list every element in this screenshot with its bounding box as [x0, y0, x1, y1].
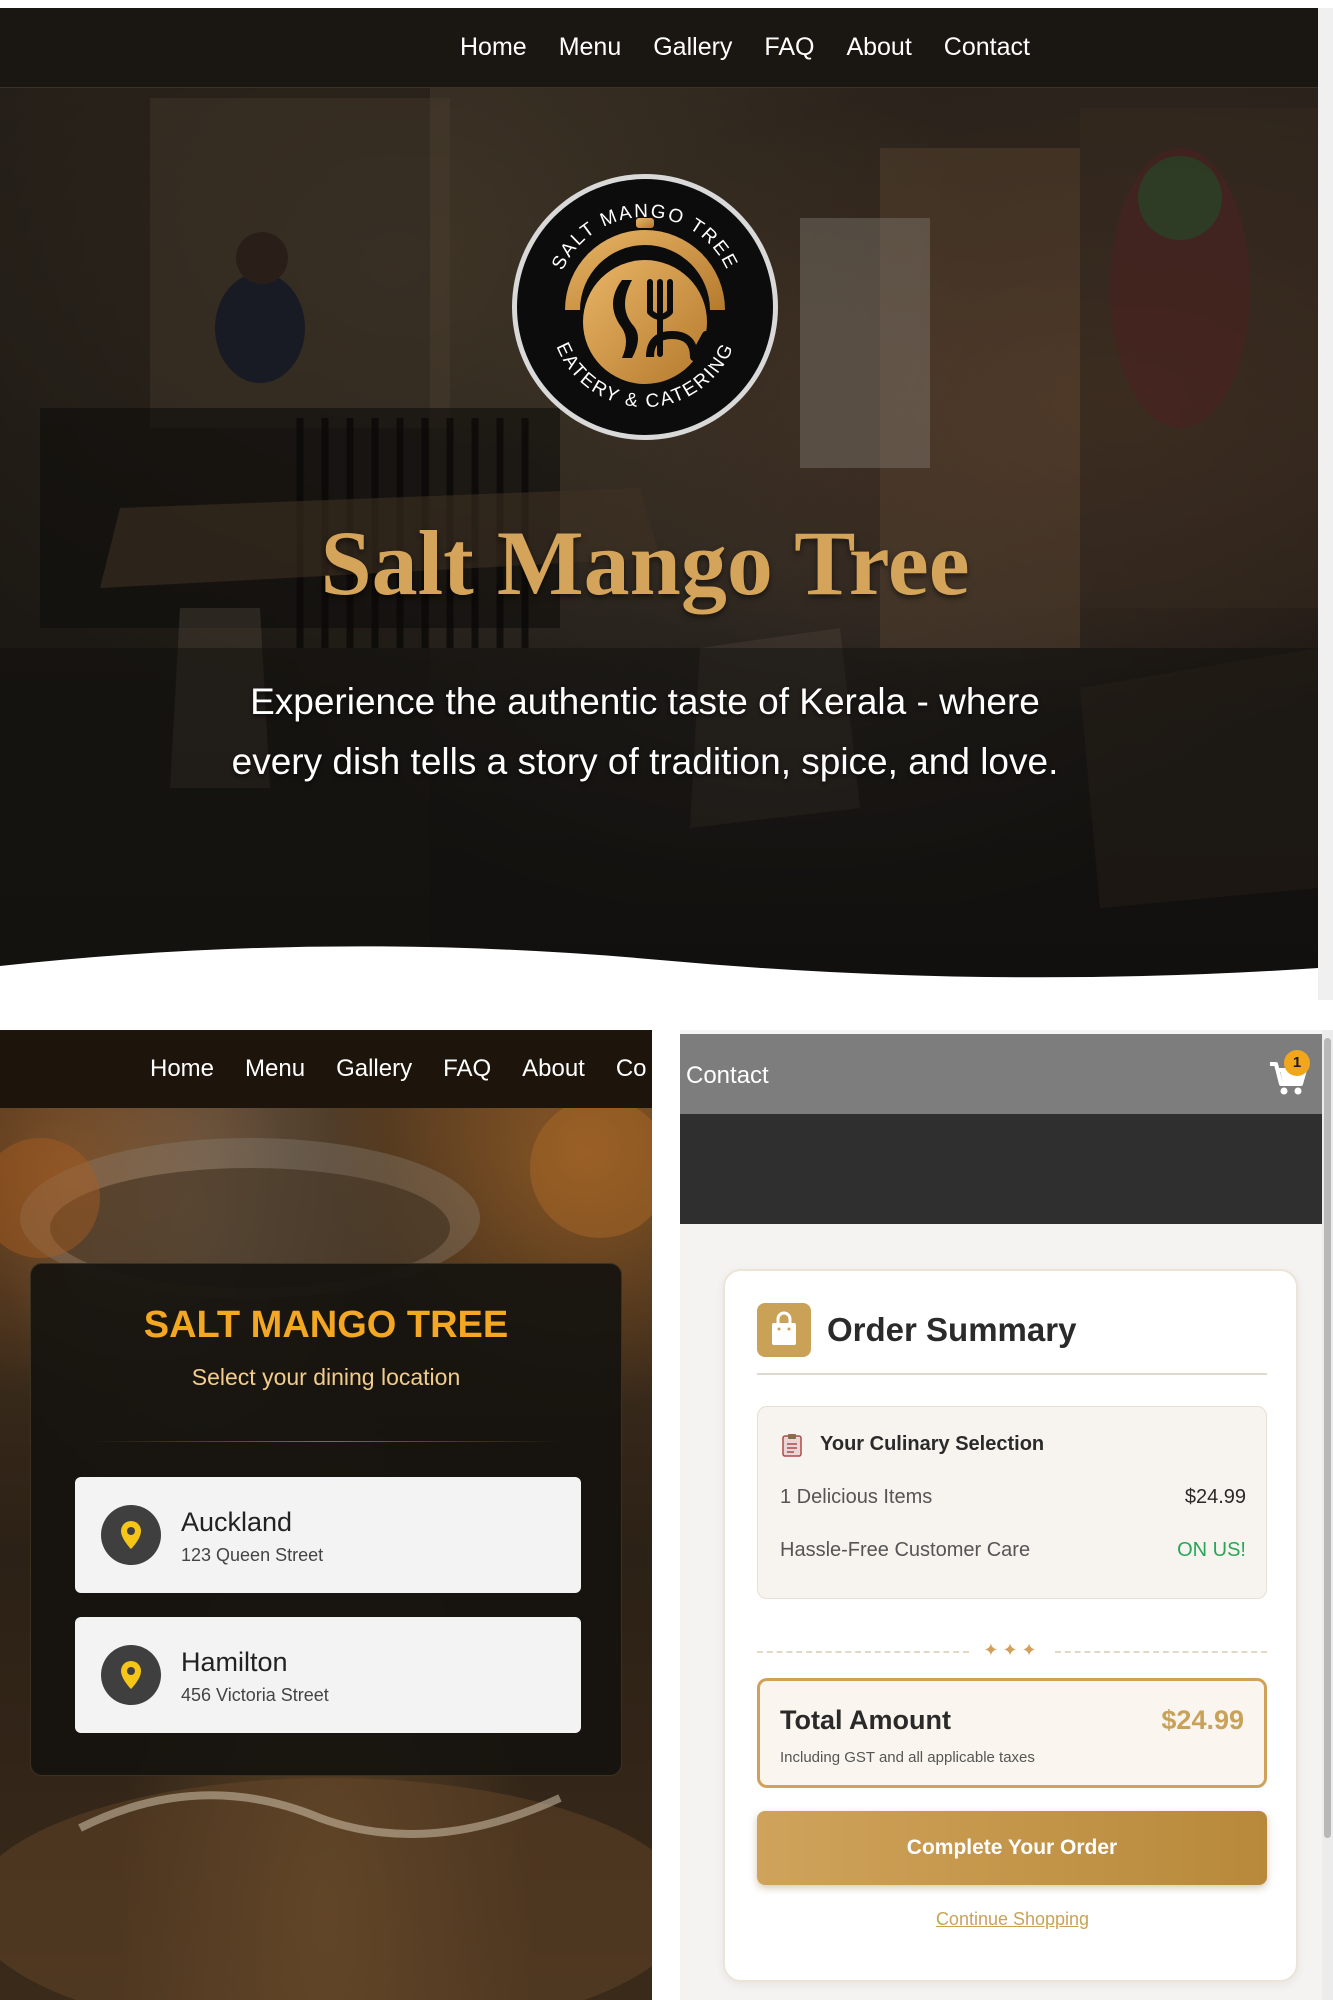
- divider: [91, 1441, 563, 1442]
- dashed-separator: ✦✦✦: [757, 1640, 1267, 1662]
- nav-faq[interactable]: FAQ: [443, 1055, 491, 1083]
- nav-gallery[interactable]: Gallery: [336, 1055, 412, 1083]
- hero-title: Salt Mango Tree: [320, 512, 970, 614]
- order-summary-card: Order Summary Your Culinary Selection 1 …: [723, 1269, 1298, 1982]
- nav-contact[interactable]: Contact: [944, 33, 1030, 62]
- nav-home[interactable]: Home: [150, 1055, 214, 1083]
- location-name: Hamilton: [181, 1647, 288, 1677]
- location-subtitle: Select your dining location: [191, 1364, 461, 1390]
- clipboard-icon: [782, 1434, 802, 1457]
- top-navigation: Home Menu Gallery FAQ About Contact: [0, 8, 1318, 88]
- total-tax-note: Including GST and all applicable taxes: [780, 1749, 1035, 1766]
- items-price: $24.99: [1184, 1486, 1246, 1508]
- location-pin-icon: [101, 1505, 161, 1565]
- selection-title: Your Culinary Selection: [820, 1433, 1045, 1455]
- home-hero-screen: Home Menu Gallery FAQ About Contact SALT…: [0, 8, 1318, 1000]
- customer-care-row: Hassle-Free Customer Care ON US!: [780, 1539, 1246, 1562]
- location-name: Auckland: [181, 1507, 293, 1537]
- scrollbar-thumb[interactable]: [1324, 1038, 1331, 1838]
- continue-shopping-link[interactable]: Continue Shopping: [725, 1909, 1300, 1930]
- nav-about[interactable]: About: [846, 33, 911, 62]
- page-banner: [680, 1114, 1322, 1224]
- nav-menu[interactable]: Menu: [245, 1055, 305, 1083]
- care-label: Hassle-Free Customer Care: [780, 1539, 1031, 1561]
- location-option-hamilton[interactable]: Hamilton 456 Victoria Street: [75, 1617, 581, 1733]
- nav-contact-truncated[interactable]: Co: [616, 1055, 647, 1083]
- items-row: 1 Delicious Items $24.99: [780, 1486, 1246, 1509]
- sparkle-icons: ✦✦✦: [983, 1640, 1041, 1660]
- hero-subtitle: Experience the authentic taste of Kerala…: [231, 681, 1059, 782]
- hero-wave-divider: [0, 946, 1318, 1000]
- complete-order-button[interactable]: Complete Your Order: [757, 1811, 1267, 1885]
- brand-title: SALT MANGO TREE: [143, 1304, 509, 1346]
- location-selector-card: SALT MANGO TREE Select your dining locat…: [30, 1263, 622, 1776]
- scrollbar-track[interactable]: [1322, 1030, 1333, 2000]
- cart-count-badge: 1: [1284, 1050, 1310, 1076]
- total-box: Total Amount $24.99 Including GST and al…: [757, 1678, 1267, 1788]
- items-label: 1 Delicious Items: [780, 1486, 933, 1508]
- care-value: ON US!: [1177, 1539, 1246, 1561]
- total-label: Total Amount: [780, 1705, 951, 1735]
- order-summary-title: Order Summary: [827, 1311, 1077, 1348]
- location-address: 456 Victoria Street: [181, 1685, 329, 1705]
- nav-home[interactable]: Home: [460, 33, 527, 62]
- nav-contact[interactable]: Contact: [686, 1062, 769, 1090]
- location-pin-icon: [101, 1645, 161, 1705]
- nav-about[interactable]: About: [522, 1055, 585, 1083]
- nav-menu[interactable]: Menu: [559, 33, 622, 62]
- location-option-auckland[interactable]: Auckland 123 Queen Street: [75, 1477, 581, 1593]
- scrollbar-track[interactable]: [1318, 8, 1333, 1000]
- top-navigation: Contact 1: [680, 1034, 1322, 1114]
- total-value: $24.99: [1161, 1705, 1244, 1735]
- divider: [757, 1373, 1267, 1375]
- top-navigation: Home Menu Gallery FAQ About Co: [0, 1030, 652, 1108]
- location-address: 123 Queen Street: [181, 1545, 324, 1565]
- salt-mango-tree-logo: SALT MANGO TREE EATERY & CATERING: [512, 174, 778, 440]
- nav-gallery[interactable]: Gallery: [653, 33, 732, 62]
- selection-box: Your Culinary Selection 1 Delicious Item…: [757, 1406, 1267, 1599]
- shopping-bag-icon: [757, 1303, 811, 1357]
- checkout-screen: Contact 1 Order Summary Your Culinary Se…: [680, 1030, 1333, 2000]
- location-select-screen: Home Menu Gallery FAQ About Co SALT MANG…: [0, 1030, 652, 2000]
- nav-faq[interactable]: FAQ: [764, 33, 814, 62]
